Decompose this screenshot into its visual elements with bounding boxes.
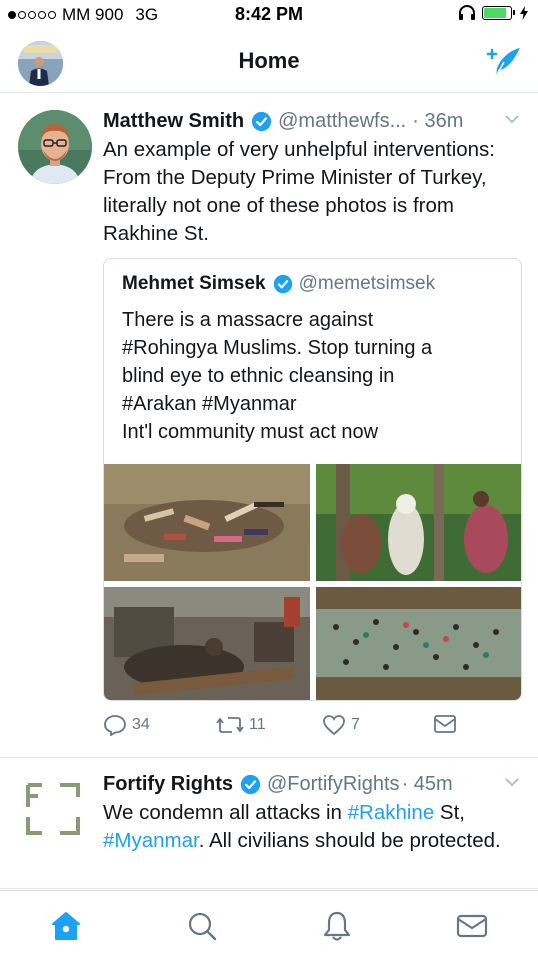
tweet-text-part: St, xyxy=(434,801,465,824)
hashtag-link[interactable]: #Myanmar xyxy=(103,829,199,852)
chevron-down-icon[interactable] xyxy=(504,775,520,789)
tweet-timestamp: · 45m xyxy=(401,772,453,795)
notifications-icon[interactable] xyxy=(320,909,354,943)
quoted-tweet[interactable]: Mehmet Simsek @memetsimsek There is a ma… xyxy=(103,258,522,701)
like-button[interactable]: 7 xyxy=(322,714,360,736)
retweet-button[interactable]: 11 xyxy=(216,714,266,736)
quoted-text-line: blind eye to ethnic cleansing in xyxy=(122,365,395,387)
reply-count: 34 xyxy=(132,716,150,733)
battery-icon xyxy=(482,6,515,20)
home-icon[interactable] xyxy=(49,909,83,943)
tweet-header: Fortify Rights @FortifyRights · 45m xyxy=(103,771,520,797)
tab-bar xyxy=(0,890,538,960)
envelope-icon xyxy=(434,715,456,733)
quoted-text-line: #Arakan #Myanmar xyxy=(122,393,297,415)
avatar[interactable] xyxy=(18,110,92,184)
tweet-text-part: We condemn all attacks in xyxy=(103,801,348,824)
tweet-body: Matthew Smith @matthewfs... · 36m An exa… xyxy=(103,108,520,248)
compose-tweet-button[interactable] xyxy=(484,44,522,80)
tweet-timestamp: · 36m xyxy=(412,109,464,132)
status-right xyxy=(458,5,528,21)
tweet-header: Matthew Smith @matthewfs... · 36m xyxy=(103,108,520,134)
tweet-actions: 34 11 7 xyxy=(103,714,503,744)
quoted-tweet-header: Mehmet Simsek @memetsimsek xyxy=(122,273,435,295)
tweet-text: We condemn all attacks in #Rakhine St, #M… xyxy=(103,799,520,855)
quoted-author-name: Mehmet Simsek xyxy=(122,273,266,294)
page-title: Home xyxy=(238,48,300,73)
like-count: 7 xyxy=(351,716,360,733)
verified-badge-icon xyxy=(252,111,272,131)
search-icon[interactable] xyxy=(185,909,219,943)
avatar[interactable] xyxy=(24,779,84,839)
verified-badge-icon xyxy=(273,274,292,294)
tweet[interactable]: Matthew Smith @matthewfs... · 36m An exa… xyxy=(0,94,538,758)
direct-message-button[interactable] xyxy=(433,714,457,734)
quoted-tweet-text: There is a massacre against #Rohingya Mu… xyxy=(122,306,507,446)
tweet-text: An example of very unhelpful interventio… xyxy=(103,138,496,245)
author-handle[interactable]: @matthewfs... xyxy=(278,110,406,133)
verified-badge-icon xyxy=(240,774,261,794)
photo[interactable] xyxy=(104,587,310,700)
tweet[interactable]: Fortify Rights @FortifyRights · 45m We c… xyxy=(0,759,538,889)
retweet-count: 11 xyxy=(249,716,266,733)
heart-icon xyxy=(323,715,345,736)
hashtag-link[interactable]: #Rakhine xyxy=(348,801,435,824)
photo[interactable] xyxy=(104,464,310,581)
author-name[interactable]: Fortify Rights xyxy=(103,773,233,796)
photo[interactable] xyxy=(316,464,521,581)
status-bar: MM 900 3G 8:42 PM xyxy=(0,0,538,30)
media-grid xyxy=(104,464,521,700)
author-handle[interactable]: @FortifyRights xyxy=(267,773,400,796)
quoted-text-line: #Rohingya Muslims. Stop turning a xyxy=(122,337,433,359)
retweet-icon xyxy=(216,717,244,733)
charging-icon xyxy=(520,6,528,20)
reply-button[interactable]: 34 xyxy=(103,714,150,736)
quoted-text-line: Int'l community must act now xyxy=(122,421,379,443)
messages-icon[interactable] xyxy=(455,909,489,943)
quoted-author-handle: @memetsimsek xyxy=(298,273,436,294)
quoted-text-line: There is a massacre against xyxy=(122,309,374,331)
author-name[interactable]: Matthew Smith xyxy=(103,110,244,133)
chevron-down-icon[interactable] xyxy=(504,112,520,126)
tweet-text-part: . All civilians should be protected. xyxy=(198,829,501,852)
photo[interactable] xyxy=(316,587,521,700)
nav-bar: Home xyxy=(0,30,538,93)
headphones-icon xyxy=(459,5,475,20)
tweet-body: Fortify Rights @FortifyRights · 45m We c… xyxy=(103,771,520,855)
reply-icon xyxy=(104,715,126,736)
